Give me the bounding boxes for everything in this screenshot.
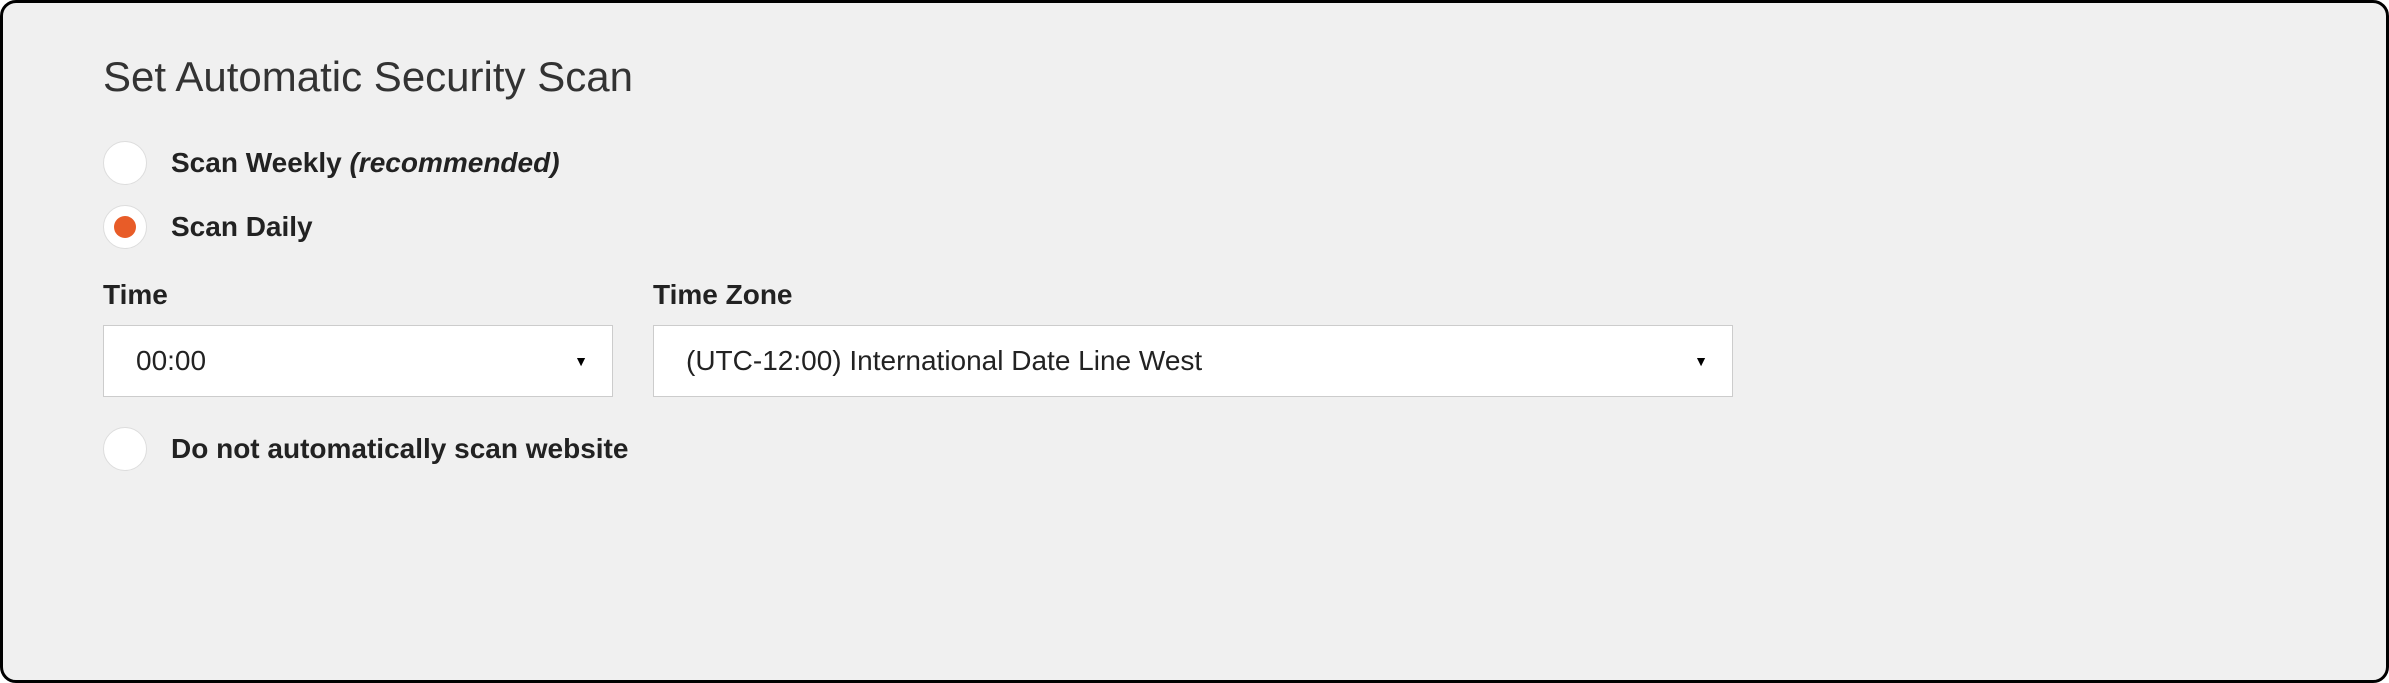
radio-weekly-hint: (recommended) (349, 147, 559, 178)
radio-weekly-label: Scan Weekly (recommended) (171, 147, 560, 179)
radio-daily-label: Scan Daily (171, 211, 313, 243)
time-select-value: 00:00 (136, 345, 206, 377)
fields-row: Time 00:00 ▼ Time Zone (UTC-12:00) Inter… (103, 279, 2286, 397)
security-scan-panel: Set Automatic Security Scan Scan Weekly … (0, 0, 2389, 683)
radio-daily[interactable] (103, 205, 147, 249)
radio-row-daily: Scan Daily (103, 205, 2286, 249)
radio-row-weekly: Scan Weekly (recommended) (103, 141, 2286, 185)
timezone-field-group: Time Zone (UTC-12:00) International Date… (653, 279, 1733, 397)
timezone-label: Time Zone (653, 279, 1733, 311)
timezone-select[interactable]: (UTC-12:00) International Date Line West… (653, 325, 1733, 397)
radio-none-label: Do not automatically scan website (171, 433, 628, 465)
radio-none[interactable] (103, 427, 147, 471)
panel-title: Set Automatic Security Scan (103, 53, 2286, 101)
time-field-group: Time 00:00 ▼ (103, 279, 613, 397)
radio-weekly[interactable] (103, 141, 147, 185)
radio-row-none: Do not automatically scan website (103, 427, 2286, 471)
chevron-down-icon: ▼ (1694, 353, 1708, 369)
timezone-select-value: (UTC-12:00) International Date Line West (686, 345, 1202, 377)
chevron-down-icon: ▼ (574, 353, 588, 369)
time-label: Time (103, 279, 613, 311)
time-select[interactable]: 00:00 ▼ (103, 325, 613, 397)
radio-weekly-text: Scan Weekly (171, 147, 349, 178)
